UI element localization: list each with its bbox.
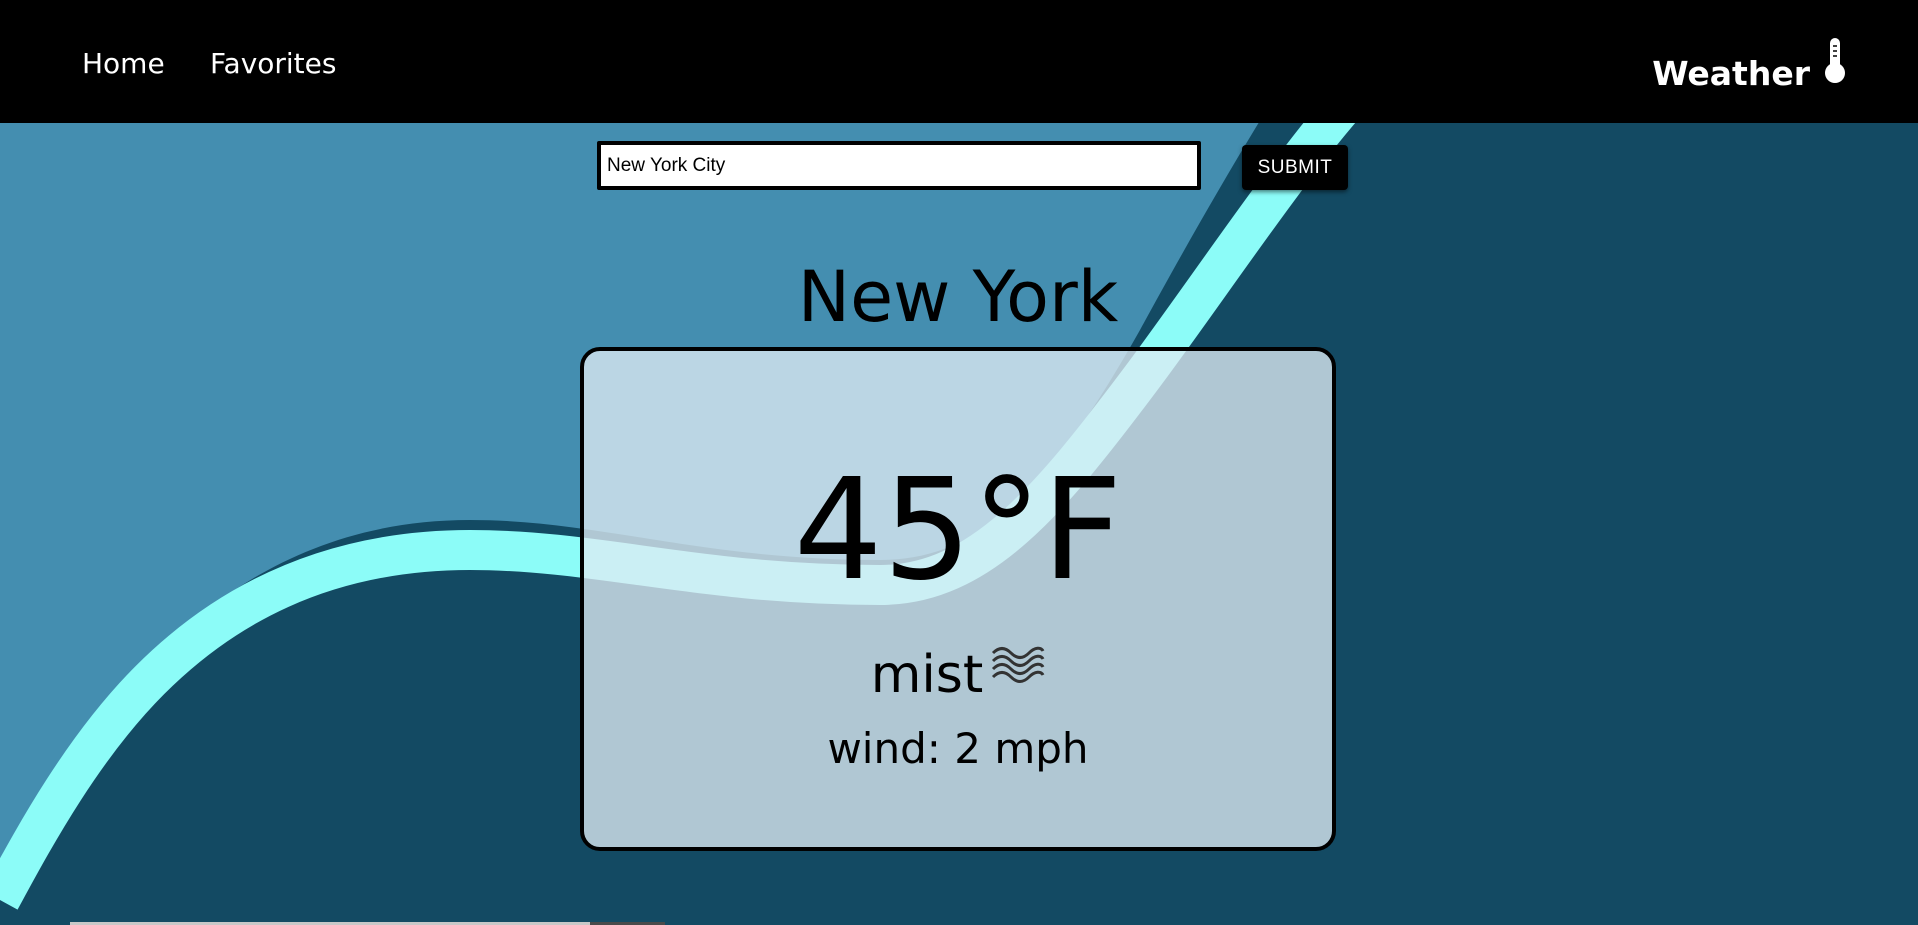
submit-button[interactable]: SUBMIT: [1242, 145, 1348, 190]
city-title: New York: [797, 256, 1119, 338]
top-navbar: Home Favorites Weather: [0, 0, 1918, 123]
temperature-value: 45°F: [793, 449, 1123, 612]
wind-speed: wind: 2 mph: [827, 724, 1089, 773]
nav-home-link[interactable]: Home: [82, 45, 165, 83]
city-search-input[interactable]: [597, 141, 1201, 190]
weather-card: 45°F mist wind: 2 mph: [580, 347, 1336, 851]
condition-row: mist: [584, 643, 1332, 707]
nav-favorites-link[interactable]: Favorites: [210, 45, 336, 83]
weather-page: Home Favorites Weather SUBMIT New York 4…: [0, 0, 1918, 925]
condition-text: mist: [870, 645, 984, 705]
brand[interactable]: Weather: [1652, 34, 1848, 94]
thermometer-icon: [1825, 38, 1845, 83]
mist-icon: [992, 646, 1045, 683]
brand-title: Weather: [1652, 54, 1810, 93]
